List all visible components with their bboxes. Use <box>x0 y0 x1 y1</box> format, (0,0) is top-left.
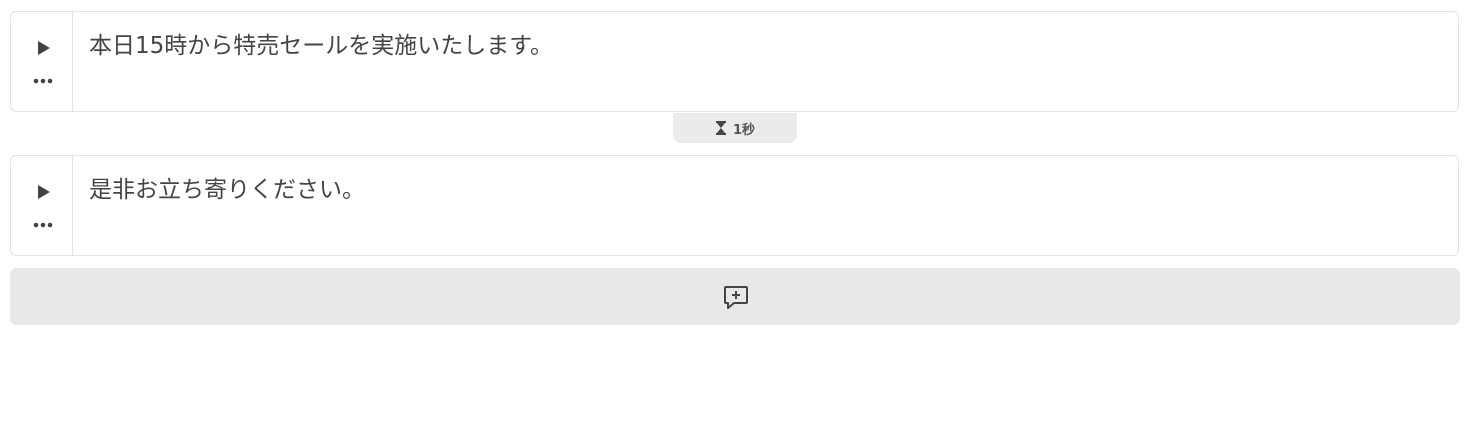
speech-text[interactable]: 本日15時から特売セールを実施いたします。 <box>73 12 1458 111</box>
play-icon[interactable] <box>33 182 53 202</box>
more-horizontal-icon[interactable] <box>31 218 55 232</box>
pause-duration-label: 1秒 <box>732 122 756 138</box>
pause-duration-chip[interactable]: 1秒 <box>673 113 797 143</box>
add-block-button[interactable] <box>10 268 1460 325</box>
more-horizontal-icon[interactable] <box>31 74 55 88</box>
speech-text[interactable]: 是非お立ち寄りください。 <box>73 156 1458 255</box>
block-controls <box>11 12 73 111</box>
speech-block: 本日15時から特売セールを実施いたします。 <box>10 11 1459 112</box>
speech-block-editor: 本日15時から特売セールを実施いたします。 1秒 是非お立ち寄りください。 <box>0 0 1465 432</box>
speech-block: 是非お立ち寄りください。 <box>10 155 1459 256</box>
hourglass-icon <box>715 121 726 135</box>
comment-add-icon <box>724 286 748 309</box>
block-controls <box>11 156 73 255</box>
play-icon[interactable] <box>33 38 53 58</box>
